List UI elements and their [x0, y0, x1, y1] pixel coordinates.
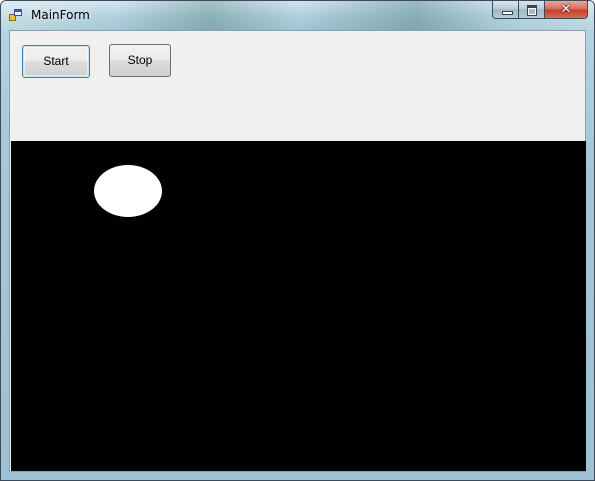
minimize-button[interactable]	[492, 1, 519, 19]
window-title: MainForm	[31, 8, 90, 22]
title-bar[interactable]: MainForm ✕	[1, 1, 594, 30]
close-button[interactable]: ✕	[545, 1, 588, 19]
app-icon-square-front	[14, 9, 22, 16]
maximize-icon	[527, 5, 537, 16]
close-icon: ✕	[560, 2, 572, 17]
minimize-icon	[502, 11, 513, 15]
start-button[interactable]: Start	[22, 45, 90, 78]
form-client-area: Start Stop	[9, 30, 586, 472]
maximize-button[interactable]	[519, 1, 545, 19]
caption-buttons: ✕	[492, 1, 588, 20]
drawing-canvas[interactable]	[11, 141, 586, 471]
stop-button[interactable]: Stop	[109, 44, 171, 77]
main-form-window: MainForm ✕ Start Stop	[0, 0, 595, 481]
app-icon[interactable]	[9, 9, 23, 22]
bouncing-ball	[94, 165, 162, 217]
